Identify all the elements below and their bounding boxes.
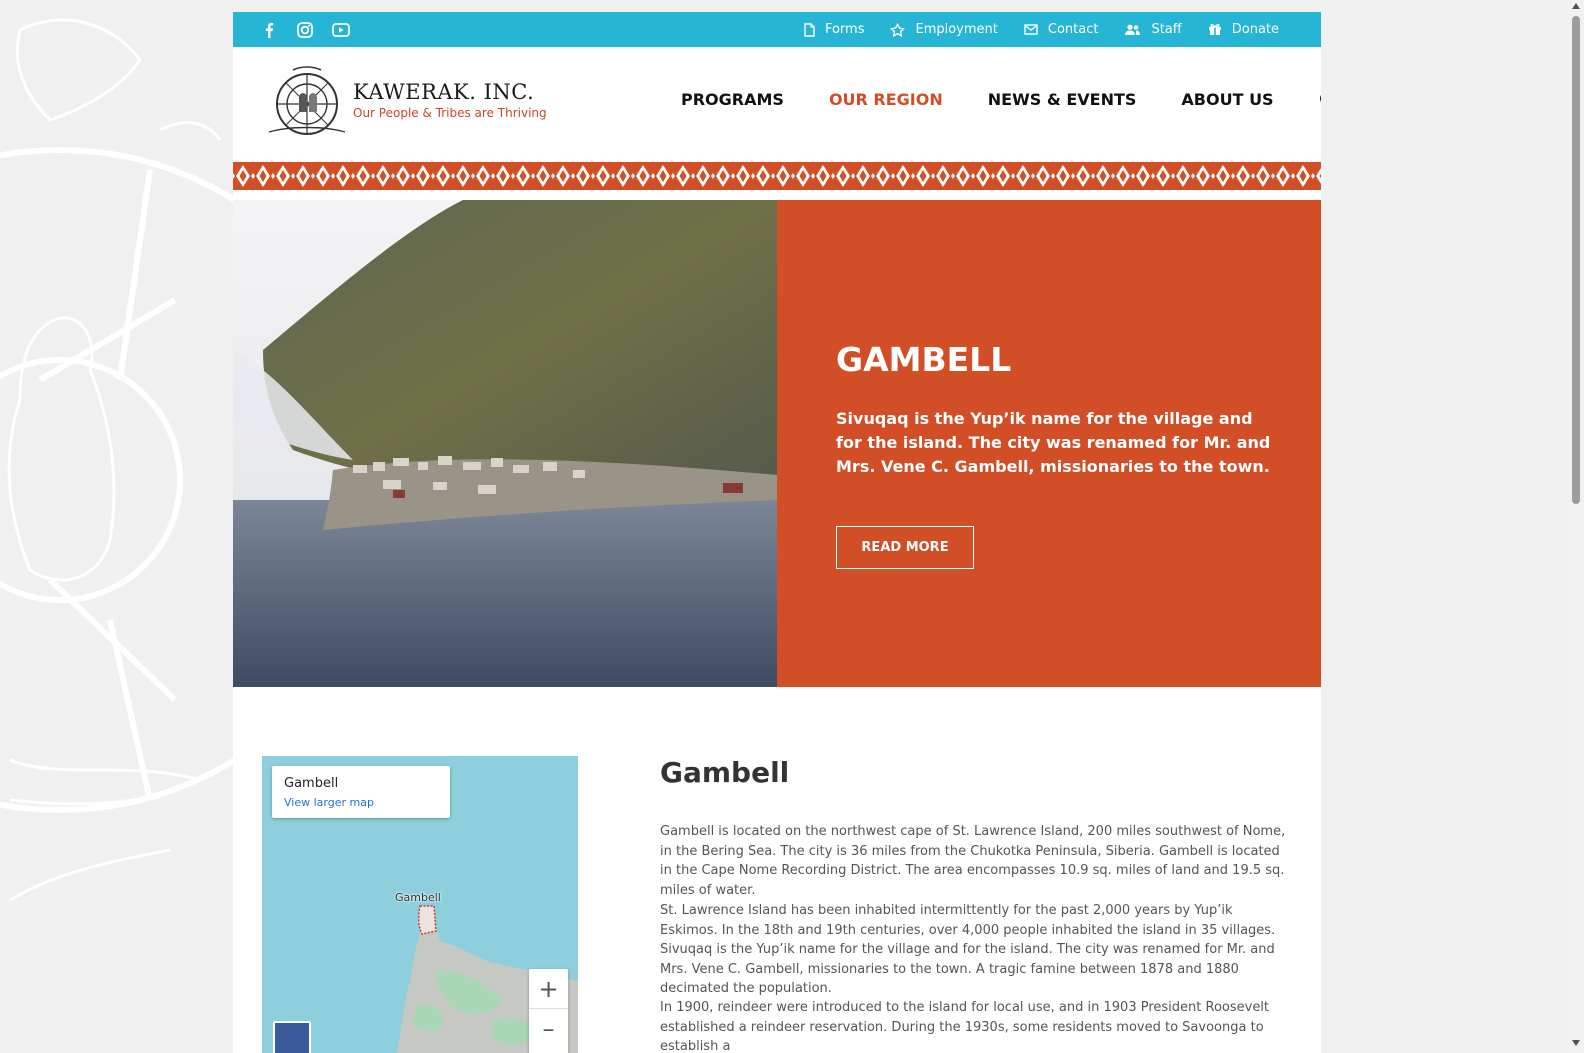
nav-item-our-region[interactable]: OUR REGION — [829, 90, 943, 109]
util-link-forms[interactable]: Forms — [804, 22, 865, 37]
envelope-icon — [1024, 24, 1038, 35]
main-navigation: PROGRAMS OUR REGION NEWS & EVENTS ABOUT … — [681, 47, 1321, 152]
hero-section: GAMBELL Sivuqaq is the Yup’ik name for t… — [233, 200, 1321, 687]
util-link-label: Donate — [1231, 22, 1279, 37]
scroll-up-arrow-icon[interactable] — [1572, 3, 1580, 9]
search-icon[interactable] — [1319, 91, 1321, 109]
zoom-out-button[interactable]: – — [529, 1009, 568, 1048]
article-paragraph: Gambell is located on the northwest cape… — [660, 824, 1286, 898]
site-header: KAWERAK. INC. Our People & Tribes are Th… — [233, 47, 1321, 152]
users-icon — [1125, 24, 1141, 35]
background-artwork — [0, 18, 235, 902]
map-place-title: Gambell — [284, 776, 339, 791]
decorative-pattern-band — [233, 162, 1321, 190]
map-place-label: Gambell — [395, 891, 441, 904]
nav-item-about-us[interactable]: ABOUT US — [1181, 90, 1273, 109]
util-link-label: Contact — [1047, 22, 1099, 37]
instagram-icon[interactable] — [296, 21, 314, 39]
zoom-in-button[interactable]: + — [529, 969, 568, 1009]
hero-panel: GAMBELL Sivuqaq is the Yup’ik name for t… — [777, 200, 1321, 687]
map-zoom-controls: + – — [529, 969, 568, 1053]
star-icon — [890, 22, 906, 37]
page-scrollbar[interactable] — [1568, 0, 1584, 1053]
util-link-donate[interactable]: Donate — [1208, 22, 1279, 37]
social-links — [260, 12, 350, 47]
article-content: Gambell Gambell is located on the northw… — [660, 756, 1300, 1053]
hero-photo-gambell — [233, 200, 777, 687]
util-link-contact[interactable]: Contact — [1024, 22, 1099, 37]
nav-item-news-events[interactable]: NEWS & EVENTS — [988, 90, 1137, 109]
gift-icon — [1208, 23, 1221, 35]
site-logo[interactable]: KAWERAK. INC. Our People & Tribes are Th… — [263, 62, 563, 142]
map-info-card: Gambell View larger map — [272, 766, 450, 818]
top-utility-bar: Forms Employment Contact Staff Donate — [233, 12, 1321, 47]
util-link-staff[interactable]: Staff — [1124, 22, 1182, 37]
nav-item-programs[interactable]: PROGRAMS — [681, 90, 784, 109]
hero-description: Sivuqaq is the Yup’ik name for the villa… — [836, 409, 1271, 476]
article-title: Gambell — [660, 756, 790, 789]
kawerak-logo-emblem — [268, 66, 346, 135]
util-link-label: Employment — [915, 22, 998, 37]
util-link-label: Staff — [1151, 22, 1182, 37]
page-container: Forms Employment Contact Staff Donate KA… — [233, 12, 1321, 1053]
facebook-icon[interactable] — [260, 21, 278, 39]
scrollbar-thumb[interactable] — [1572, 16, 1580, 504]
util-link-employment[interactable]: Employment — [890, 22, 998, 37]
article-paragraph: In 1900, reindeer were introduced to the… — [660, 1000, 1270, 1053]
hero-title: GAMBELL — [836, 340, 1012, 379]
map-layer-toggle[interactable] — [273, 1021, 311, 1053]
util-link-label: Forms — [824, 22, 865, 37]
brand-name: KAWERAK. INC. — [353, 80, 535, 104]
document-icon — [804, 22, 815, 37]
brand-tagline: Our People & Tribes are Thriving — [353, 106, 547, 120]
youtube-icon[interactable] — [332, 21, 350, 39]
map-embed[interactable]: Gambell View larger map Gambell + – — [262, 756, 578, 1053]
read-more-button[interactable]: READ MORE — [836, 526, 974, 569]
scroll-down-arrow-icon[interactable] — [1572, 1040, 1580, 1046]
utility-links: Forms Employment Contact Staff Donate — [804, 12, 1279, 47]
view-larger-map-link[interactable]: View larger map — [284, 796, 374, 809]
article-paragraph: St. Lawrence Island has been inhabited i… — [660, 903, 1276, 996]
